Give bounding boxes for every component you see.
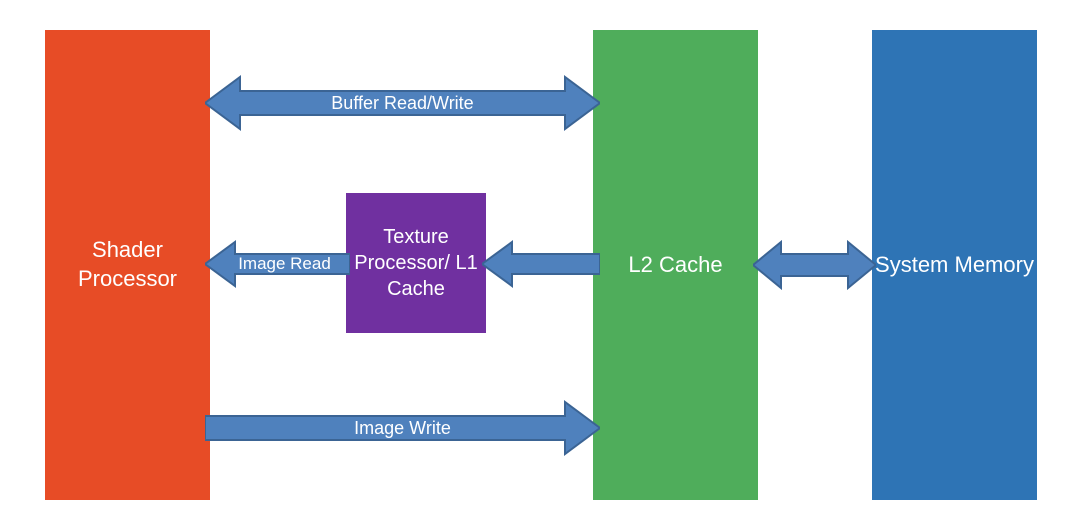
buffer-rw-label: Buffer Read/Write <box>331 93 473 114</box>
left-arrow-icon <box>482 240 600 288</box>
image-read-label: Image Read <box>224 254 331 274</box>
shader-processor-box: Shader Processor <box>45 30 210 500</box>
image-read-arrow: Image Read <box>205 240 350 288</box>
l2-memory-arrow <box>753 240 876 290</box>
system-memory-box: System Memory <box>872 30 1037 500</box>
l2-cache-label: L2 Cache <box>628 251 722 280</box>
texture-from-l2-arrow <box>482 240 600 288</box>
texture-processor-box: Texture Processor/ L1 Cache <box>346 193 486 333</box>
shader-processor-label: Shader Processor <box>45 236 210 293</box>
system-memory-label: System Memory <box>875 251 1034 280</box>
texture-processor-label: Texture Processor/ L1 Cache <box>346 224 486 302</box>
l2-cache-box: L2 Cache <box>593 30 758 500</box>
buffer-rw-arrow: Buffer Read/Write <box>205 75 600 131</box>
double-arrow-icon <box>753 240 876 290</box>
image-write-label: Image Write <box>354 418 451 439</box>
image-write-arrow: Image Write <box>205 400 600 456</box>
